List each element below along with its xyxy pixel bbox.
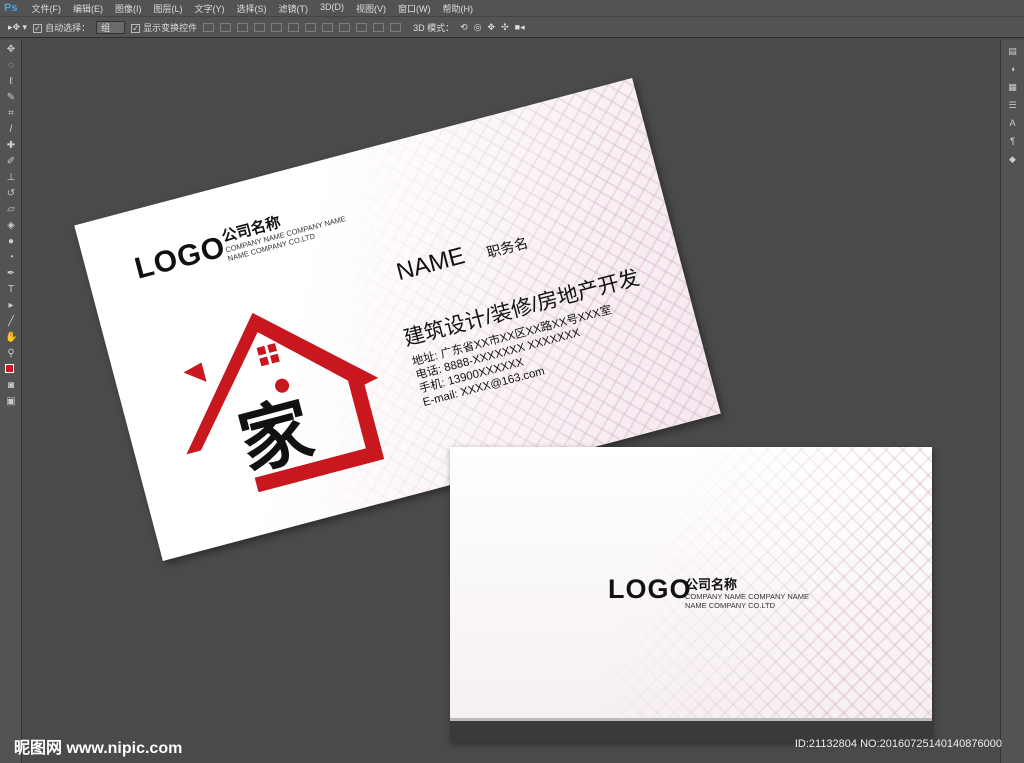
photoshop-logo: Ps: [4, 2, 18, 14]
properties-panel-icon[interactable]: ☰: [1007, 100, 1019, 112]
pen-tool-icon[interactable]: ✒: [5, 268, 17, 280]
auto-select-dropdown[interactable]: 组: [96, 20, 126, 34]
menu-item[interactable]: 文字(Y): [188, 2, 230, 15]
quick-mask-icon[interactable]: ◙: [5, 380, 17, 392]
tools-panel: ✥ ◌ ℓ ✎ ⌗ / ✚ ✐ ⊥ ↺ ▱ ◈ ● ◔ ✒ T ▸ ╱ ✋ ⚲ …: [0, 40, 22, 763]
menu-item[interactable]: 帮助(H): [436, 2, 479, 15]
menu-item[interactable]: 3D(D): [314, 2, 350, 15]
auto-select-checkbox[interactable]: ✓ 自动选择：: [33, 21, 90, 34]
3d-mode-label: 3D 模式：: [413, 22, 455, 33]
show-transform-checkbox[interactable]: ✓ 显示变换控件: [131, 21, 197, 34]
layers-panel-icon[interactable]: ▦: [1007, 82, 1019, 94]
company-name: 公司名称: [685, 577, 738, 592]
business-card-back: LOGO 公司名称 COMPANY NAME COMPANY NAME NAME…: [450, 447, 932, 742]
quick-select-tool-icon[interactable]: ✎: [5, 92, 17, 104]
character-panel-icon[interactable]: A: [1007, 118, 1019, 130]
menu-item[interactable]: 文件(F): [25, 2, 67, 15]
history-panel-icon[interactable]: ▤: [1007, 46, 1019, 58]
color-swatch-icon[interactable]: [5, 364, 18, 377]
screen-mode-icon[interactable]: ▣: [5, 396, 17, 408]
marquee-tool-icon[interactable]: ◌: [5, 60, 17, 72]
eyedropper-tool-icon[interactable]: /: [5, 124, 17, 136]
lasso-tool-icon[interactable]: ℓ: [5, 76, 17, 88]
distribute-center-icon[interactable]: [373, 22, 385, 32]
menu-item[interactable]: 滤镜(T): [272, 2, 314, 15]
card-logo: LOGO: [608, 574, 692, 604]
paint-bucket-tool-icon[interactable]: ◈: [5, 220, 17, 232]
menu-item[interactable]: 窗口(W): [392, 2, 437, 15]
distribute-middle-icon[interactable]: [322, 22, 334, 32]
3d-panel-icon[interactable]: ◆: [1007, 154, 1019, 166]
move-tool-icon[interactable]: ✥: [5, 44, 17, 56]
menu-item[interactable]: 图像(I): [109, 2, 148, 15]
options-bar: ▸✥ ▾ ✓ 自动选择： 组 ✓ 显示变换控件 3D 模式： ⟲ ◎ ✥ ✣ ■◂: [0, 16, 1024, 38]
line-tool-icon[interactable]: ╱: [5, 316, 17, 328]
blur-tool-icon[interactable]: ●: [5, 236, 17, 248]
menu-item[interactable]: 图层(L): [147, 2, 188, 15]
auto-select-label: 自动选择：: [45, 22, 91, 33]
align-right-icon[interactable]: [288, 22, 300, 32]
dodge-tool-icon[interactable]: ◔: [5, 252, 17, 264]
stamp-tool-icon[interactable]: ⊥: [5, 172, 17, 184]
3d-slide-icon[interactable]: ✣: [501, 22, 509, 33]
eraser-tool-icon[interactable]: ▱: [5, 204, 17, 216]
svg-text:家: 家: [230, 386, 321, 486]
healing-tool-icon[interactable]: ✚: [5, 140, 17, 152]
menu-item[interactable]: 视图(V): [350, 2, 392, 15]
zoom-tool-icon[interactable]: ⚲: [5, 348, 17, 360]
move-tool-icon[interactable]: ▸✥ ▾: [8, 22, 27, 33]
watermark: 昵图网 www.nipic.com: [14, 740, 183, 757]
auto-align-icon[interactable]: [390, 22, 402, 32]
distribute-top-icon[interactable]: [305, 22, 317, 32]
brush-tool-icon[interactable]: ✐: [5, 156, 17, 168]
paragraph-panel-icon[interactable]: ¶: [1007, 136, 1019, 148]
crop-tool-icon[interactable]: ⌗: [5, 108, 17, 120]
align-bottom-icon[interactable]: [237, 22, 249, 32]
adjustments-panel-icon[interactable]: ◑: [1007, 64, 1019, 76]
image-id: ID:21132804 NO:20160725140140876000: [794, 738, 1002, 750]
menu-item[interactable]: 编辑(E): [67, 2, 109, 15]
menu-item[interactable]: 选择(S): [230, 2, 272, 15]
show-transform-label: 显示变换控件: [143, 22, 198, 33]
company-en-2: NAME COMPANY CO.LTD: [685, 601, 776, 610]
align-top-icon[interactable]: [203, 22, 215, 32]
company-en-1: COMPANY NAME COMPANY NAME: [685, 592, 810, 601]
3d-rotate-icon[interactable]: ⟲: [460, 22, 468, 33]
3d-roll-icon[interactable]: ◎: [474, 22, 482, 33]
type-tool-icon[interactable]: T: [5, 284, 17, 296]
hand-tool-icon[interactable]: ✋: [5, 332, 17, 344]
panel-dock: ▤ ◑ ▦ ☰ A ¶ ◆: [1000, 40, 1024, 763]
menu-bar: Ps 文件(F) 编辑(E) 图像(I) 图层(L) 文字(Y) 选择(S) 滤镜(T) 3D…: [0, 0, 1024, 16]
distribute-left-icon[interactable]: [356, 22, 368, 32]
3d-pan-icon[interactable]: ✥: [488, 22, 496, 33]
3d-camera-icon[interactable]: ■◂: [515, 22, 525, 33]
distribute-bottom-icon[interactable]: [339, 22, 351, 32]
align-center-icon[interactable]: [271, 22, 283, 32]
align-left-icon[interactable]: [254, 22, 266, 32]
align-middle-icon[interactable]: [220, 22, 232, 32]
path-select-tool-icon[interactable]: ▸: [5, 300, 17, 312]
history-brush-tool-icon[interactable]: ↺: [5, 188, 17, 200]
